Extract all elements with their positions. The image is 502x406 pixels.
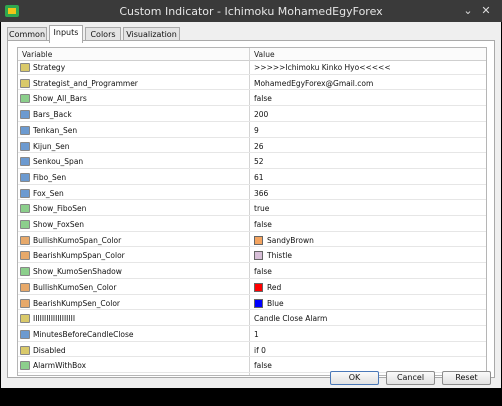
integer-type-icon: [20, 110, 30, 120]
variable-value[interactable]: false: [254, 267, 272, 276]
table-row[interactable]: Show_KumoSenShadow false: [18, 265, 486, 279]
reset-button[interactable]: Reset: [442, 371, 491, 385]
variable-name: IIIIIIIIIIIIIIIIIII: [33, 314, 76, 324]
integer-type-icon: [20, 157, 30, 167]
string-type-icon: [20, 78, 30, 88]
variable-name: Tenkan_Sen: [33, 125, 78, 135]
integer-type-icon: [20, 172, 30, 182]
variable-value[interactable]: MohamedEgyForex@Gmail.com: [254, 79, 373, 88]
color-type-icon: [20, 282, 30, 292]
table-row[interactable]: BullishKumoSen_Color Red: [18, 281, 486, 295]
cancel-button[interactable]: Cancel: [386, 371, 435, 385]
variable-value[interactable]: 366: [254, 189, 268, 198]
variable-value[interactable]: SandyBrown: [267, 236, 314, 245]
table-row[interactable]: Kijun_Sen 26: [18, 140, 486, 154]
table-row[interactable]: Senkou_Span 52: [18, 155, 486, 169]
integer-type-icon: [20, 329, 30, 339]
color-swatch[interactable]: [254, 235, 263, 245]
color-type-icon: [20, 298, 30, 308]
variable-value[interactable]: 9: [254, 126, 259, 135]
table-row[interactable]: Fibo_Sen 61: [18, 171, 486, 185]
variable-name: Show_KumoSenShadow: [33, 267, 122, 277]
color-type-icon: [20, 251, 30, 261]
string-type-icon: [20, 63, 30, 72]
boolean-type-icon: [20, 204, 30, 214]
boolean-type-icon: [20, 267, 30, 277]
variable-name: BullishKumoSen_Color: [33, 282, 117, 292]
table-row[interactable]: Strategy >>>>>Ichimoku Kinko Hyo<<<<<: [18, 61, 486, 75]
variable-name: Senkou_Span: [33, 157, 84, 167]
dialog-body: Common Inputs Colors Visualization Varia…: [1, 22, 501, 388]
variable-value[interactable]: 61: [254, 173, 264, 182]
variable-name: MinutesBeforeCandleClose: [33, 329, 134, 339]
variable-name: Bars_Back: [33, 110, 72, 120]
string-type-icon: [20, 345, 30, 355]
integer-type-icon: [20, 141, 30, 151]
string-type-icon: [20, 314, 30, 324]
variable-name: Fibo_Sen: [33, 172, 67, 182]
variable-name: BearishKumpSpan_Color: [33, 251, 125, 261]
table-row[interactable]: Tenkan_Sen 9: [18, 124, 486, 138]
color-swatch[interactable]: [254, 282, 263, 292]
color-type-icon: [20, 235, 30, 245]
table-row[interactable]: Strategist_and_Programmer MohamedEgyForex…: [18, 77, 486, 91]
table-row[interactable]: Bars_Back 200: [18, 108, 486, 122]
inputs-table: Variable Value Strategy >>>>>Ichimoku Kin…: [17, 47, 487, 376]
color-swatch[interactable]: [254, 298, 263, 308]
variable-name: BearishKumpSen_Color: [33, 298, 121, 308]
variable-value[interactable]: if 0: [254, 346, 266, 355]
ok-button[interactable]: OK: [330, 371, 379, 385]
table-row[interactable]: Disabled if 0: [18, 344, 486, 358]
inputs-panel: Variable Value Strategy >>>>>Ichimoku Kin…: [7, 40, 495, 378]
variable-value[interactable]: Red: [267, 283, 281, 292]
variable-value[interactable]: 52: [254, 157, 264, 166]
chevron-down-icon[interactable]: ⌄: [461, 4, 475, 18]
color-swatch[interactable]: [254, 251, 263, 261]
boolean-type-icon: [20, 94, 30, 104]
variable-name: BullishKumoSpan_Color: [33, 235, 122, 245]
table-row[interactable]: BullishKumoSpan_Color SandyBrown: [18, 234, 486, 248]
table-row[interactable]: Fox_Sen 366: [18, 187, 486, 201]
variable-value[interactable]: Candle Close Alarm: [254, 314, 327, 323]
table-row[interactable]: Show_FoxSen false: [18, 218, 486, 232]
integer-type-icon: [20, 188, 30, 198]
variable-value[interactable]: 1: [254, 330, 259, 339]
variable-value[interactable]: false: [254, 94, 272, 103]
table-row[interactable]: MinutesBeforeCandleClose 1: [18, 328, 486, 342]
table-row[interactable]: Show_FiboSen true: [18, 202, 486, 217]
boolean-type-icon: [20, 361, 30, 371]
variable-name: Disabled: [33, 345, 66, 355]
variable-name: Show_FiboSen: [33, 204, 87, 214]
variable-name: Show_All_Bars: [33, 94, 87, 104]
variable-name: Strategist_and_Programmer: [33, 78, 138, 88]
variable-name: AlarmWithBox: [33, 361, 87, 371]
variable-value[interactable]: true: [254, 204, 269, 213]
integer-type-icon: [20, 125, 30, 135]
variable-value[interactable]: false: [254, 220, 272, 229]
table-row[interactable]: IIIIIIIIIIIIIIIIIII Candle Close Alarm: [18, 312, 486, 326]
table-header: Variable Value: [18, 48, 486, 61]
table-row[interactable]: Show_All_Bars false: [18, 92, 486, 107]
variable-value[interactable]: Blue: [267, 299, 284, 308]
variable-value[interactable]: 200: [254, 110, 268, 119]
table-row[interactable]: BearishKumpSpan_Color Thistle: [18, 249, 486, 264]
variable-value[interactable]: false: [254, 361, 272, 370]
boolean-type-icon: [20, 220, 30, 229]
variable-name: Kijun_Sen: [33, 141, 70, 151]
close-icon[interactable]: ✕: [479, 4, 493, 18]
variable-value[interactable]: 26: [254, 142, 264, 151]
title-bar: Custom Indicator - Ichimoku MohamedEgyFo…: [0, 0, 502, 22]
variable-value[interactable]: Thistle: [267, 251, 292, 260]
table-row[interactable]: BearishKumpSen_Color Blue: [18, 297, 486, 311]
variable-name: Fox_Sen: [33, 188, 64, 198]
variable-value[interactable]: >>>>>Ichimoku Kinko Hyo<<<<<: [254, 63, 391, 72]
column-header-value: Value: [254, 50, 275, 59]
window-title: Custom Indicator - Ichimoku MohamedEgyFo…: [119, 5, 383, 18]
variable-name: Strategy: [33, 63, 66, 72]
tab-inputs[interactable]: Inputs: [49, 25, 83, 43]
variable-name: Show_FoxSen: [33, 220, 84, 229]
column-header-variable: Variable: [22, 50, 53, 59]
